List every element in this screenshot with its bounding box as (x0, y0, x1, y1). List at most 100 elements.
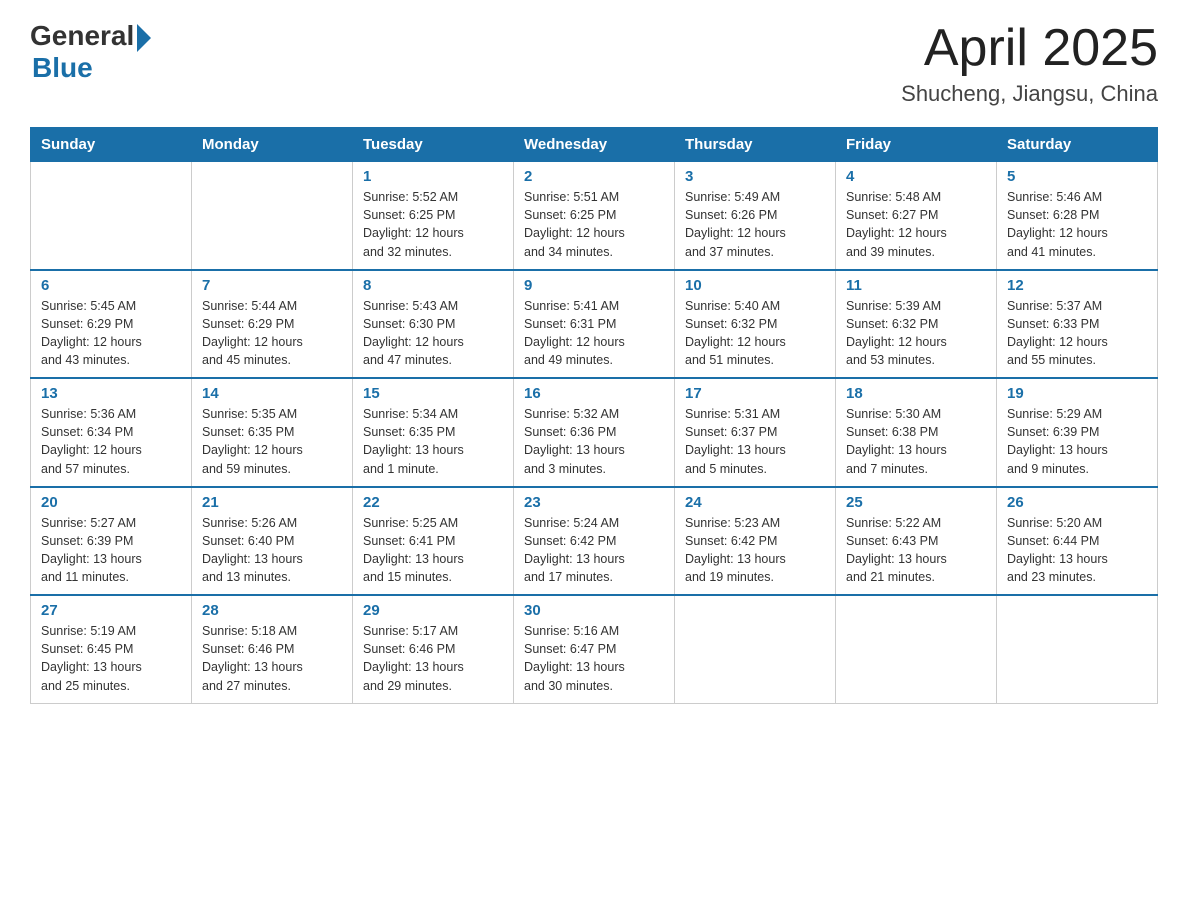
day-info: Sunrise: 5:46 AM Sunset: 6:28 PM Dayligh… (1007, 188, 1147, 261)
calendar-week-row: 6 Sunrise: 5:45 AM Sunset: 6:29 PM Daylig… (31, 270, 1158, 379)
calendar-cell: 7 Sunrise: 5:44 AM Sunset: 6:29 PM Daylig… (192, 270, 353, 379)
calendar-cell: 8 Sunrise: 5:43 AM Sunset: 6:30 PM Daylig… (353, 270, 514, 379)
calendar-cell: 11 Sunrise: 5:39 AM Sunset: 6:32 PM Dayli… (836, 270, 997, 379)
day-info: Sunrise: 5:43 AM Sunset: 6:30 PM Dayligh… (363, 297, 503, 370)
day-number: 27 (41, 602, 181, 619)
month-year-title: April 2025 (901, 20, 1158, 77)
calendar-cell: 9 Sunrise: 5:41 AM Sunset: 6:31 PM Daylig… (514, 270, 675, 379)
calendar-cell: 1Sunrise: 5:52 AM Sunset: 6:25 PM Daylig… (353, 162, 514, 270)
calendar-cell (675, 595, 836, 703)
calendar-cell: 18 Sunrise: 5:30 AM Sunset: 6:38 PM Dayli… (836, 378, 997, 487)
day-info: Sunrise: 5:27 AM Sunset: 6:39 PM Dayligh… (41, 514, 181, 587)
weekday-header-friday: Friday (836, 128, 997, 162)
day-info: Sunrise: 5:34 AM Sunset: 6:35 PM Dayligh… (363, 405, 503, 478)
day-info: Sunrise: 5:23 AM Sunset: 6:42 PM Dayligh… (685, 514, 825, 587)
calendar-cell: 27 Sunrise: 5:19 AM Sunset: 6:45 PM Dayli… (31, 595, 192, 703)
day-number: 23 (524, 494, 664, 511)
calendar-table: SundayMondayTuesdayWednesdayThursdayFrid… (30, 127, 1158, 704)
calendar-header: SundayMondayTuesdayWednesdayThursdayFrid… (31, 128, 1158, 162)
weekday-header-wednesday: Wednesday (514, 128, 675, 162)
day-number: 8 (363, 277, 503, 294)
day-info: Sunrise: 5:32 AM Sunset: 6:36 PM Dayligh… (524, 405, 664, 478)
day-number: 19 (1007, 385, 1147, 402)
day-number: 15 (363, 385, 503, 402)
calendar-cell: 10Sunrise: 5:40 AM Sunset: 6:32 PM Dayli… (675, 270, 836, 379)
day-number: 13 (41, 385, 181, 402)
calendar-cell: 19 Sunrise: 5:29 AM Sunset: 6:39 PM Dayli… (997, 378, 1158, 487)
day-number: 3 (685, 168, 825, 185)
calendar-cell: 6 Sunrise: 5:45 AM Sunset: 6:29 PM Daylig… (31, 270, 192, 379)
day-info: Sunrise: 5:36 AM Sunset: 6:34 PM Dayligh… (41, 405, 181, 478)
day-info: Sunrise: 5:41 AM Sunset: 6:31 PM Dayligh… (524, 297, 664, 370)
logo-arrow-icon (137, 24, 151, 52)
day-info: Sunrise: 5:35 AM Sunset: 6:35 PM Dayligh… (202, 405, 342, 478)
day-info: Sunrise: 5:22 AM Sunset: 6:43 PM Dayligh… (846, 514, 986, 587)
calendar-cell: 30Sunrise: 5:16 AM Sunset: 6:47 PM Dayli… (514, 595, 675, 703)
weekday-header-monday: Monday (192, 128, 353, 162)
logo-general-text: General (30, 20, 134, 52)
weekday-header-saturday: Saturday (997, 128, 1158, 162)
weekday-header-thursday: Thursday (675, 128, 836, 162)
calendar-week-row: 1Sunrise: 5:52 AM Sunset: 6:25 PM Daylig… (31, 162, 1158, 270)
calendar-week-row: 20 Sunrise: 5:27 AM Sunset: 6:39 PM Dayli… (31, 487, 1158, 596)
calendar-cell: 23 Sunrise: 5:24 AM Sunset: 6:42 PM Dayli… (514, 487, 675, 596)
day-number: 9 (524, 277, 664, 294)
day-info: Sunrise: 5:39 AM Sunset: 6:32 PM Dayligh… (846, 297, 986, 370)
calendar-cell: 4 Sunrise: 5:48 AM Sunset: 6:27 PM Daylig… (836, 162, 997, 270)
day-number: 12 (1007, 277, 1147, 294)
day-info: Sunrise: 5:52 AM Sunset: 6:25 PM Dayligh… (363, 188, 503, 261)
day-info: Sunrise: 5:30 AM Sunset: 6:38 PM Dayligh… (846, 405, 986, 478)
calendar-week-row: 13 Sunrise: 5:36 AM Sunset: 6:34 PM Dayli… (31, 378, 1158, 487)
day-info: Sunrise: 5:16 AM Sunset: 6:47 PM Dayligh… (524, 622, 664, 695)
day-info: Sunrise: 5:48 AM Sunset: 6:27 PM Dayligh… (846, 188, 986, 261)
day-info: Sunrise: 5:51 AM Sunset: 6:25 PM Dayligh… (524, 188, 664, 261)
calendar-cell: 25 Sunrise: 5:22 AM Sunset: 6:43 PM Dayli… (836, 487, 997, 596)
weekday-header-sunday: Sunday (31, 128, 192, 162)
calendar-cell: 17Sunrise: 5:31 AM Sunset: 6:37 PM Dayli… (675, 378, 836, 487)
calendar-cell: 2 Sunrise: 5:51 AM Sunset: 6:25 PM Daylig… (514, 162, 675, 270)
calendar-cell (31, 162, 192, 270)
calendar-cell: 3 Sunrise: 5:49 AM Sunset: 6:26 PM Daylig… (675, 162, 836, 270)
day-info: Sunrise: 5:37 AM Sunset: 6:33 PM Dayligh… (1007, 297, 1147, 370)
calendar-cell: 16 Sunrise: 5:32 AM Sunset: 6:36 PM Dayli… (514, 378, 675, 487)
day-number: 28 (202, 602, 342, 619)
day-info: Sunrise: 5:44 AM Sunset: 6:29 PM Dayligh… (202, 297, 342, 370)
calendar-cell: 24 Sunrise: 5:23 AM Sunset: 6:42 PM Dayli… (675, 487, 836, 596)
day-info: Sunrise: 5:29 AM Sunset: 6:39 PM Dayligh… (1007, 405, 1147, 478)
day-info: Sunrise: 5:19 AM Sunset: 6:45 PM Dayligh… (41, 622, 181, 695)
day-number: 18 (846, 385, 986, 402)
day-info: Sunrise: 5:49 AM Sunset: 6:26 PM Dayligh… (685, 188, 825, 261)
day-number: 6 (41, 277, 181, 294)
day-number: 24 (685, 494, 825, 511)
calendar-cell: 28Sunrise: 5:18 AM Sunset: 6:46 PM Dayli… (192, 595, 353, 703)
location-text: Shucheng, Jiangsu, China (901, 81, 1158, 107)
calendar-cell: 26 Sunrise: 5:20 AM Sunset: 6:44 PM Dayli… (997, 487, 1158, 596)
calendar-week-row: 27 Sunrise: 5:19 AM Sunset: 6:45 PM Dayli… (31, 595, 1158, 703)
day-info: Sunrise: 5:45 AM Sunset: 6:29 PM Dayligh… (41, 297, 181, 370)
calendar-cell: 20 Sunrise: 5:27 AM Sunset: 6:39 PM Dayli… (31, 487, 192, 596)
calendar-cell (997, 595, 1158, 703)
day-number: 4 (846, 168, 986, 185)
calendar-cell: 13 Sunrise: 5:36 AM Sunset: 6:34 PM Dayli… (31, 378, 192, 487)
day-info: Sunrise: 5:25 AM Sunset: 6:41 PM Dayligh… (363, 514, 503, 587)
day-info: Sunrise: 5:40 AM Sunset: 6:32 PM Dayligh… (685, 297, 825, 370)
day-number: 2 (524, 168, 664, 185)
day-info: Sunrise: 5:24 AM Sunset: 6:42 PM Dayligh… (524, 514, 664, 587)
day-number: 26 (1007, 494, 1147, 511)
day-info: Sunrise: 5:20 AM Sunset: 6:44 PM Dayligh… (1007, 514, 1147, 587)
title-section: April 2025 Shucheng, Jiangsu, China (901, 20, 1158, 107)
day-number: 16 (524, 385, 664, 402)
day-number: 25 (846, 494, 986, 511)
calendar-cell: 12 Sunrise: 5:37 AM Sunset: 6:33 PM Dayli… (997, 270, 1158, 379)
calendar-cell: 22Sunrise: 5:25 AM Sunset: 6:41 PM Dayli… (353, 487, 514, 596)
day-number: 11 (846, 277, 986, 294)
day-number: 29 (363, 602, 503, 619)
weekday-header-tuesday: Tuesday (353, 128, 514, 162)
page-header: General Blue April 2025 Shucheng, Jiangs… (30, 20, 1158, 107)
day-number: 7 (202, 277, 342, 294)
calendar-cell: 14Sunrise: 5:35 AM Sunset: 6:35 PM Dayli… (192, 378, 353, 487)
day-info: Sunrise: 5:26 AM Sunset: 6:40 PM Dayligh… (202, 514, 342, 587)
calendar-cell (836, 595, 997, 703)
day-number: 20 (41, 494, 181, 511)
day-number: 21 (202, 494, 342, 511)
